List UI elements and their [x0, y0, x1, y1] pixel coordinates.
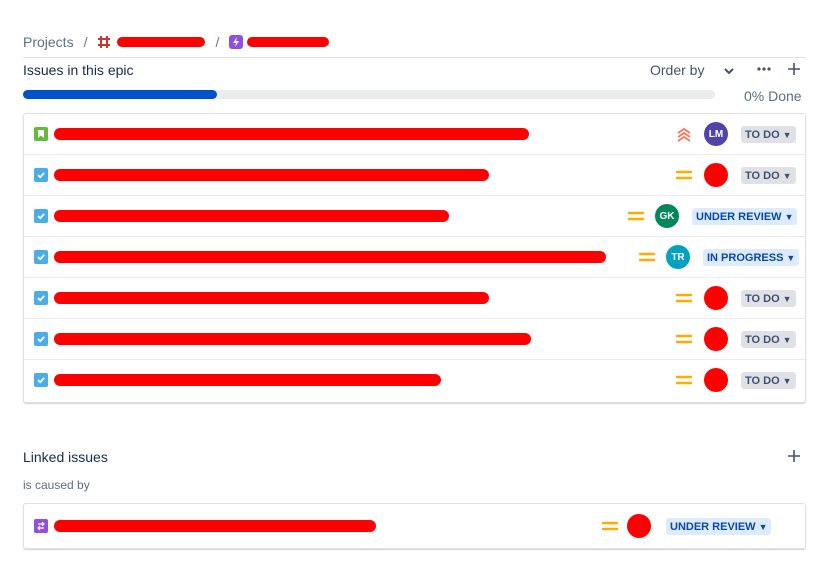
avatar[interactable]: TR: [666, 245, 690, 269]
chevron-down-icon: ▼: [782, 129, 792, 140]
avatar[interactable]: GK: [655, 204, 679, 228]
priority-medium-icon: [675, 331, 693, 347]
issue-summary-redacted[interactable]: [54, 292, 489, 304]
order-by-label: Order by: [650, 62, 705, 78]
issue-row[interactable]: TO DO ▼: [24, 360, 805, 402]
issue-summary-redacted[interactable]: [54, 520, 376, 532]
priority-highest-icon: [676, 126, 692, 142]
avatar[interactable]: [627, 514, 651, 538]
chevron-down-icon: ▼: [784, 211, 794, 222]
status-dropdown[interactable]: TO DO ▼: [741, 290, 796, 307]
issue-row[interactable]: TR IN PROGRESS ▼: [24, 237, 805, 278]
status-label: TO DO: [745, 292, 780, 305]
breadcrumb-separator: /: [215, 34, 220, 50]
issue-row[interactable]: TO DO ▼: [24, 155, 805, 196]
issue-row[interactable]: GK UNDER REVIEW ▼: [24, 196, 805, 237]
issue-summary-redacted[interactable]: [54, 333, 531, 345]
breadcrumb-separator: /: [83, 34, 88, 50]
status-dropdown[interactable]: UNDER REVIEW ▼: [666, 518, 772, 535]
breadcrumb-epic-link[interactable]: [247, 37, 330, 47]
progress-label: 0% Done: [744, 88, 802, 104]
chevron-down-icon: ▼: [758, 521, 768, 532]
chevron-down-icon: ▼: [782, 170, 792, 181]
priority-medium-icon: [638, 249, 656, 265]
status-label: TO DO: [745, 374, 780, 387]
add-child-issue-icon[interactable]: [784, 59, 804, 79]
story-issue-type-icon: [34, 127, 48, 141]
issue-row[interactable]: TO DO ▼: [24, 319, 805, 360]
more-actions-icon[interactable]: [754, 59, 774, 79]
divider: [23, 57, 806, 58]
progress-bar-fill: [23, 90, 217, 99]
avatar[interactable]: [704, 327, 728, 351]
breadcrumb-project-link[interactable]: [117, 37, 206, 47]
status-dropdown[interactable]: TO DO ▼: [741, 331, 796, 348]
issue-row[interactable]: TO DO ▼: [24, 278, 805, 319]
status-label: TO DO: [745, 333, 780, 346]
status-dropdown[interactable]: IN PROGRESS ▼: [703, 249, 800, 266]
chevron-down-icon: ▼: [782, 293, 792, 304]
epic-issue-list: LM TO DO ▼ TO DO ▼ GK UNDER REVIEW ▼ TR IN PROGRE…: [23, 113, 806, 403]
status-dropdown[interactable]: UNDER REVIEW ▼: [692, 208, 798, 225]
task-issue-type-icon: [34, 332, 48, 346]
link-relation-label: is caused by: [23, 478, 90, 492]
priority-medium-icon: [627, 208, 645, 224]
priority-medium-icon: [675, 167, 693, 183]
chevron-down-icon: ▼: [782, 334, 792, 345]
linked-issues-heading: Linked issues: [23, 449, 108, 465]
change-issue-type-icon: [34, 519, 48, 533]
add-linked-issue-icon[interactable]: [784, 446, 804, 466]
avatar[interactable]: [704, 368, 728, 392]
project-icon: [97, 35, 111, 49]
chevron-down-icon: ▼: [782, 375, 792, 386]
linked-issue-row[interactable]: UNDER REVIEW ▼: [24, 504, 805, 548]
linked-issue-list: UNDER REVIEW ▼: [23, 503, 806, 549]
issue-summary-redacted[interactable]: [54, 374, 441, 386]
status-dropdown[interactable]: TO DO ▼: [741, 167, 796, 184]
status-label: TO DO: [745, 169, 780, 182]
issue-summary-redacted[interactable]: [54, 128, 529, 140]
issue-summary-redacted[interactable]: [54, 251, 606, 263]
order-by-button[interactable]: Order by: [650, 62, 735, 78]
progress-bar: [23, 90, 715, 99]
priority-medium-icon: [675, 372, 693, 388]
task-issue-type-icon: [34, 291, 48, 305]
breadcrumb-projects-link[interactable]: Projects: [23, 34, 74, 50]
status-dropdown[interactable]: TO DO ▼: [741, 126, 796, 143]
breadcrumb: Projects / /: [23, 32, 330, 52]
avatar[interactable]: [704, 286, 728, 310]
status-dropdown[interactable]: TO DO ▼: [741, 372, 796, 389]
priority-medium-icon: [601, 518, 619, 534]
epic-issues-heading: Issues in this epic: [23, 62, 134, 78]
task-issue-type-icon: [34, 250, 48, 264]
task-issue-type-icon: [34, 373, 48, 387]
priority-medium-icon: [675, 290, 693, 306]
status-label: IN PROGRESS: [707, 251, 784, 264]
chevron-down-icon: [724, 62, 735, 78]
status-label: TO DO: [745, 128, 780, 141]
status-label: UNDER REVIEW: [670, 520, 756, 533]
status-label: UNDER REVIEW: [696, 210, 782, 223]
task-issue-type-icon: [34, 209, 48, 223]
avatar[interactable]: [704, 163, 728, 187]
epic-icon: [229, 35, 244, 49]
task-issue-type-icon: [34, 168, 48, 182]
issue-row[interactable]: LM TO DO ▼: [24, 114, 805, 155]
chevron-down-icon: ▼: [786, 252, 796, 263]
issue-summary-redacted[interactable]: [54, 169, 489, 181]
issue-summary-redacted[interactable]: [54, 210, 449, 222]
avatar[interactable]: LM: [704, 122, 728, 146]
